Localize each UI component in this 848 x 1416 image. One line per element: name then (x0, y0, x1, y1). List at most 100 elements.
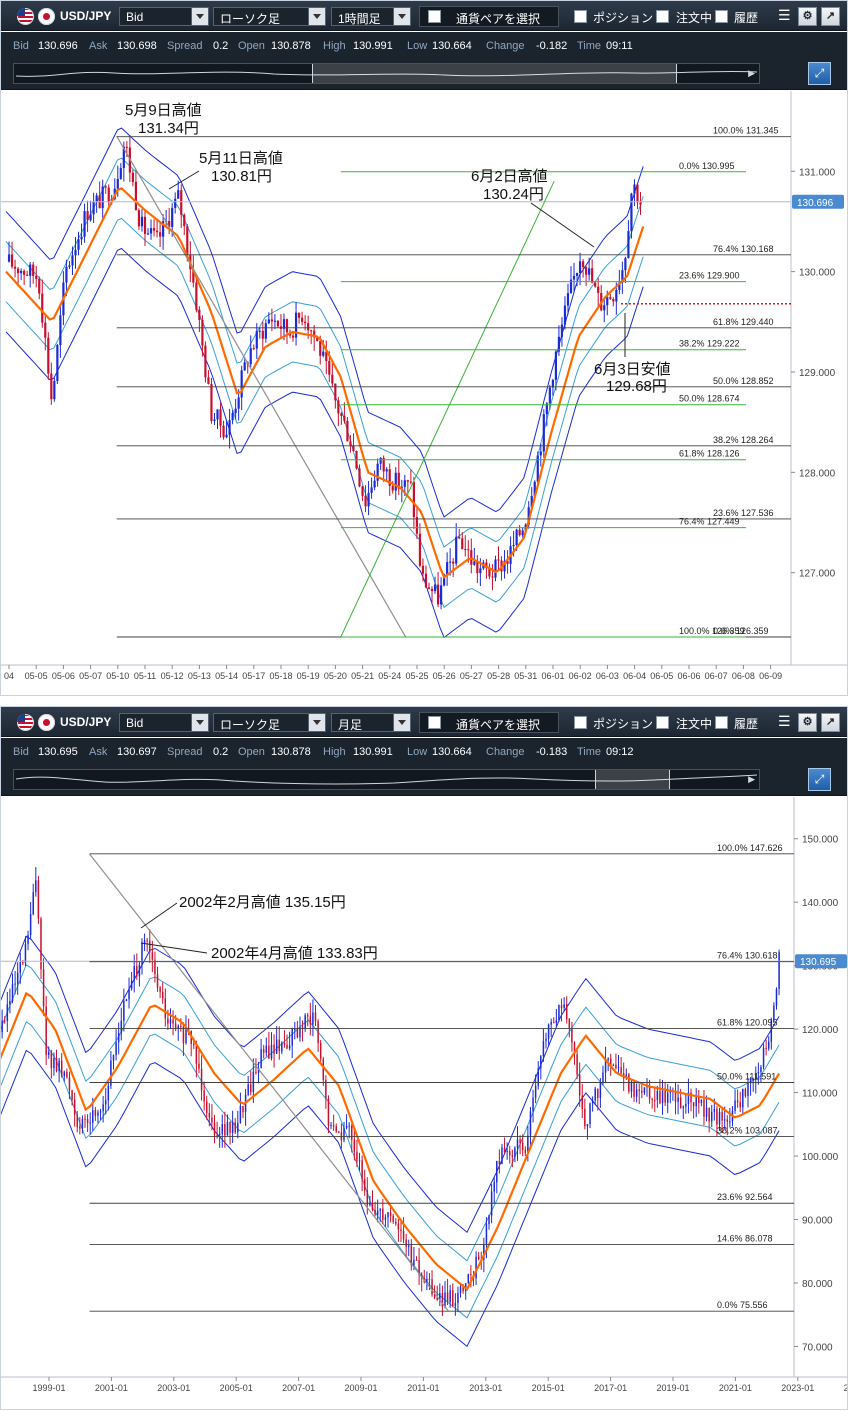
fib-level-label: 0.0% 75.556 (717, 1300, 768, 1310)
candle-body (723, 1119, 726, 1121)
candle-body (203, 1090, 205, 1102)
candle-body (288, 1045, 291, 1049)
candle-body (92, 1110, 94, 1123)
chart-kind-select[interactable]: ローソク足 (213, 7, 326, 26)
navigator-window[interactable] (312, 64, 678, 83)
scroll-right-icon[interactable]: ▶ (748, 68, 755, 79)
candle-body (373, 480, 376, 488)
change-value: -0.183 (536, 746, 568, 758)
x-tick-label: 05-11 (134, 671, 156, 681)
navigator-track[interactable]: ▶ (13, 769, 760, 790)
candle-body (115, 1042, 117, 1056)
navigator-window[interactable] (595, 770, 670, 789)
candle-body (415, 1259, 418, 1261)
candle-body (79, 1126, 81, 1129)
candle-body (682, 1106, 685, 1109)
timeframe-select[interactable]: 1時間足 (331, 7, 411, 26)
candle-body (73, 1099, 76, 1115)
currency-pair-label[interactable]: USD/JPY (60, 9, 111, 23)
candle-body (369, 1204, 371, 1206)
candle-body (13, 266, 17, 269)
candle-body (461, 538, 464, 550)
popout-icon[interactable]: ↗ (821, 7, 840, 26)
orders-checkbox[interactable] (656, 10, 669, 23)
candle-body (708, 1107, 710, 1122)
candle-body (242, 1106, 244, 1113)
menu-icon[interactable]: ☰ (778, 7, 791, 24)
select-pair-button[interactable]: 通貨ペアを選択 (419, 6, 559, 27)
candle-body (524, 1149, 527, 1153)
fib-level-label: 0.0% 130.995 (679, 161, 735, 171)
candle-body (10, 254, 14, 267)
candle-body (352, 445, 355, 452)
candle-body (56, 345, 59, 381)
chart-kind-select[interactable]: ローソク足 (213, 713, 326, 732)
expand-chart-button[interactable]: ⤢ (808, 768, 831, 791)
navigator-track[interactable]: ▶ (13, 63, 760, 84)
history-checkbox[interactable] (715, 716, 728, 729)
candle-body (29, 914, 32, 936)
candle-body (134, 181, 138, 211)
open-label: Open (238, 746, 265, 758)
select-pair-checkbox[interactable] (428, 716, 441, 729)
current-price-value: 130.696 (797, 198, 834, 209)
select-pair-checkbox[interactable] (428, 10, 441, 23)
candle-body (306, 1015, 309, 1017)
candle-body (503, 1147, 506, 1153)
candle-body (459, 1286, 462, 1294)
scroll-right-icon[interactable]: ▶ (748, 774, 755, 785)
candle-body (332, 1125, 335, 1127)
currency-pair-label[interactable]: USD/JPY (60, 715, 111, 729)
candle-body (16, 972, 19, 984)
candle-body (387, 1212, 389, 1218)
gear-icon[interactable]: ⚙ (798, 713, 817, 732)
candle-body (409, 481, 412, 483)
candle-body (283, 1042, 286, 1045)
candle-body (588, 268, 591, 275)
candle-body (348, 1125, 350, 1127)
candle-body (424, 573, 428, 588)
price-type-select[interactable]: Bid (119, 7, 209, 26)
position-checkbox[interactable] (574, 10, 587, 23)
x-tick-label: 06-04 (623, 671, 646, 681)
select-pair-button[interactable]: 通貨ペアを選択 (419, 712, 559, 733)
candle-body (319, 341, 322, 356)
candle-body (112, 1055, 115, 1061)
candle-body (418, 533, 422, 566)
candle-body (597, 1088, 599, 1098)
timeframe-select[interactable]: 月足 (331, 713, 411, 732)
time-label: Time (577, 746, 602, 758)
gear-icon[interactable]: ⚙ (798, 7, 817, 26)
history-checkbox[interactable] (715, 10, 728, 23)
candle-body (68, 1077, 71, 1091)
monthly-chart[interactable]: 150.000140.000130.000120.000110.000100.0… (1, 797, 847, 1409)
candle-body (273, 320, 277, 322)
candle-body (143, 216, 147, 234)
annotation-apr-2002-high: 2002年4月高値 133.83円 (211, 945, 378, 962)
annotation-jun2-high: 6月2日高値 (471, 168, 548, 185)
candle-body (602, 1072, 604, 1083)
candle-body (50, 1051, 53, 1069)
candle-body (464, 549, 467, 551)
candle-body (255, 1071, 257, 1073)
orders-checkbox[interactable] (656, 716, 669, 729)
position-checkbox[interactable] (574, 716, 587, 729)
candle-body (532, 1097, 534, 1112)
candle-body (240, 370, 243, 398)
menu-icon[interactable]: ☰ (778, 713, 791, 730)
expand-chart-button[interactable]: ⤢ (808, 62, 831, 85)
candle-body (270, 1044, 273, 1059)
candle-body (104, 1100, 107, 1105)
candle-body (247, 1084, 249, 1095)
candle-body (24, 943, 27, 964)
candle-body (317, 1021, 319, 1043)
popout-icon[interactable]: ↗ (821, 713, 840, 732)
x-tick-label: 2025-01 (844, 1383, 847, 1393)
candle-body (371, 1204, 374, 1210)
candle-body (221, 1124, 224, 1134)
candle-body (384, 1217, 387, 1220)
hourly-chart[interactable]: 131.000 130.000 129.000 128.000 127.000 04 05-… (1, 91, 847, 696)
candle-body (405, 1239, 407, 1247)
candle-body (467, 549, 470, 551)
price-type-select[interactable]: Bid (119, 713, 209, 732)
